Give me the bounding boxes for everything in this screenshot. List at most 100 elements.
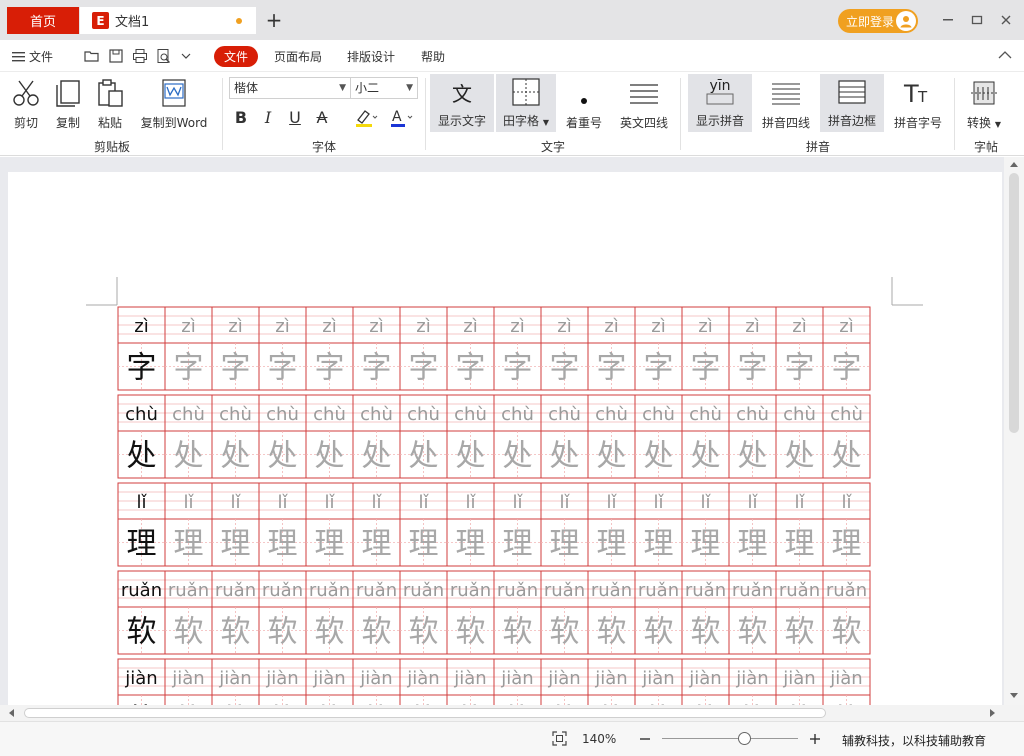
zoom-slider[interactable] xyxy=(662,738,798,739)
quick-access-dropdown-icon[interactable] xyxy=(180,48,192,64)
trace-cell[interactable]: ruǎn 软 xyxy=(775,571,823,654)
print-preview-icon[interactable] xyxy=(156,48,172,64)
trace-cell[interactable]: lǐ 理 xyxy=(399,483,447,566)
trace-cell[interactable]: lǐ 理 xyxy=(164,483,212,566)
trace-cell[interactable]: lǐ 理 xyxy=(634,483,682,566)
trace-cell[interactable]: chù 处 xyxy=(775,395,823,478)
restore-icon[interactable] xyxy=(969,12,985,28)
font-color-icon[interactable]: A xyxy=(388,108,416,132)
trace-cell[interactable]: zì 字 xyxy=(399,307,447,390)
trace-cell[interactable]: lǐ 理 xyxy=(493,483,541,566)
trace-cell[interactable]: zì 字 xyxy=(634,307,682,390)
print-icon[interactable] xyxy=(132,48,148,64)
trace-cell[interactable]: zì 字 xyxy=(822,307,870,390)
model-cell[interactable]: jiàn件 xyxy=(117,659,165,705)
open-folder-icon[interactable] xyxy=(84,48,100,64)
model-cell[interactable]: chù 处 xyxy=(117,395,165,478)
trace-cell[interactable]: chù 处 xyxy=(540,395,588,478)
trace-cell[interactable]: lǐ 理 xyxy=(352,483,400,566)
grid-type-button[interactable]: 田字格 ▼ xyxy=(496,74,556,132)
trace-cell[interactable]: jiàn件 xyxy=(305,659,353,705)
pinyin-lines-button[interactable]: 拼音四线 xyxy=(758,76,814,131)
copy-button[interactable]: 复制 xyxy=(50,76,86,131)
trace-cell[interactable]: chù 处 xyxy=(164,395,212,478)
zoom-out-icon[interactable] xyxy=(639,733,651,745)
trace-cell[interactable]: zì 字 xyxy=(540,307,588,390)
zoom-in-icon[interactable] xyxy=(809,733,821,745)
trace-cell[interactable]: jiàn件 xyxy=(822,659,870,705)
trace-cell[interactable]: ruǎn 软 xyxy=(681,571,729,654)
trace-cell[interactable]: jiàn件 xyxy=(681,659,729,705)
trace-cell[interactable]: chù 处 xyxy=(493,395,541,478)
copy-to-word-button[interactable]: 复制到Word xyxy=(136,76,212,131)
vertical-scrollbar[interactable] xyxy=(1004,157,1024,705)
trace-cell[interactable]: zì 字 xyxy=(446,307,494,390)
four-lines-button[interactable]: 英文四线 xyxy=(616,76,672,131)
tab-document[interactable]: E 文档1 xyxy=(80,7,256,34)
document-page[interactable]: zì 字 zì 字 zì 字 zì 字 zì 字 zì 字 zì 字 zì 字 zì 字 zì 字 zì 字 zì 字 zì 字 z… xyxy=(8,172,1002,705)
paste-button[interactable]: 粘贴 xyxy=(92,76,128,131)
tab-home[interactable]: 首页 xyxy=(7,7,79,34)
login-button[interactable]: 立即登录 xyxy=(838,9,918,33)
minimize-icon[interactable] xyxy=(940,12,956,28)
scroll-left-icon[interactable] xyxy=(8,709,14,717)
trace-cell[interactable]: ruǎn 软 xyxy=(446,571,494,654)
new-tab-icon[interactable]: + xyxy=(264,8,284,32)
trace-cell[interactable]: jiàn件 xyxy=(446,659,494,705)
trace-cell[interactable]: jiàn件 xyxy=(634,659,682,705)
horizontal-scroll-thumb[interactable] xyxy=(24,708,826,718)
trace-cell[interactable]: chù 处 xyxy=(211,395,259,478)
trace-cell[interactable]: jiàn件 xyxy=(352,659,400,705)
trace-cell[interactable]: chù 处 xyxy=(399,395,447,478)
model-cell[interactable]: zì 字 xyxy=(117,307,165,390)
trace-cell[interactable]: ruǎn 软 xyxy=(164,571,212,654)
highlight-icon[interactable] xyxy=(352,108,380,132)
collapse-ribbon-icon[interactable] xyxy=(998,50,1012,60)
trace-cell[interactable]: ruǎn 软 xyxy=(211,571,259,654)
trace-cell[interactable]: jiàn件 xyxy=(211,659,259,705)
trace-cell[interactable]: ruǎn 软 xyxy=(352,571,400,654)
trace-cell[interactable]: lǐ 理 xyxy=(211,483,259,566)
save-icon[interactable] xyxy=(108,48,124,64)
trace-cell[interactable]: jiàn件 xyxy=(540,659,588,705)
tab-help[interactable]: 帮助 xyxy=(421,48,445,65)
tab-page-layout[interactable]: 页面布局 xyxy=(274,48,322,65)
trace-cell[interactable]: zì 字 xyxy=(775,307,823,390)
trace-cell[interactable]: lǐ 理 xyxy=(728,483,776,566)
trace-cell[interactable]: lǐ 理 xyxy=(258,483,306,566)
pinyin-border-button[interactable]: 拼音边框 xyxy=(820,74,884,132)
file-menu-button[interactable]: 文件 xyxy=(12,48,53,65)
scroll-right-icon[interactable] xyxy=(990,709,996,717)
trace-cell[interactable]: ruǎn 软 xyxy=(399,571,447,654)
trace-cell[interactable]: zì 字 xyxy=(728,307,776,390)
trace-cell[interactable]: ruǎn 软 xyxy=(587,571,635,654)
underline-icon[interactable]: U xyxy=(284,108,306,127)
trace-cell[interactable]: chù 处 xyxy=(305,395,353,478)
trace-cell[interactable]: lǐ 理 xyxy=(822,483,870,566)
trace-cell[interactable]: zì 字 xyxy=(164,307,212,390)
scroll-down-icon[interactable] xyxy=(1010,693,1018,699)
trace-cell[interactable]: ruǎn 软 xyxy=(493,571,541,654)
scroll-up-icon[interactable] xyxy=(1010,161,1018,167)
trace-cell[interactable]: ruǎn 软 xyxy=(728,571,776,654)
italic-icon[interactable]: I xyxy=(257,108,279,127)
trace-cell[interactable]: ruǎn 软 xyxy=(634,571,682,654)
trace-cell[interactable]: chù 处 xyxy=(681,395,729,478)
trace-cell[interactable]: jiàn件 xyxy=(493,659,541,705)
trace-cell[interactable]: jiàn件 xyxy=(399,659,447,705)
trace-cell[interactable]: lǐ 理 xyxy=(775,483,823,566)
pinyin-size-button[interactable]: TT 拼音字号 xyxy=(890,76,946,131)
trace-cell[interactable]: ruǎn 软 xyxy=(540,571,588,654)
trace-cell[interactable]: chù 处 xyxy=(446,395,494,478)
trace-cell[interactable]: chù 处 xyxy=(587,395,635,478)
trace-cell[interactable]: ruǎn 软 xyxy=(305,571,353,654)
trace-cell[interactable]: chù 处 xyxy=(634,395,682,478)
trace-cell[interactable]: jiàn件 xyxy=(728,659,776,705)
zoom-slider-knob[interactable] xyxy=(737,732,751,745)
bold-icon[interactable]: B xyxy=(230,108,252,127)
cut-button[interactable]: 剪切 xyxy=(8,76,44,131)
trace-cell[interactable]: zì 字 xyxy=(258,307,306,390)
trace-cell[interactable]: jiàn件 xyxy=(258,659,306,705)
trace-cell[interactable]: zì 字 xyxy=(211,307,259,390)
model-cell[interactable]: lǐ 理 xyxy=(117,483,165,566)
